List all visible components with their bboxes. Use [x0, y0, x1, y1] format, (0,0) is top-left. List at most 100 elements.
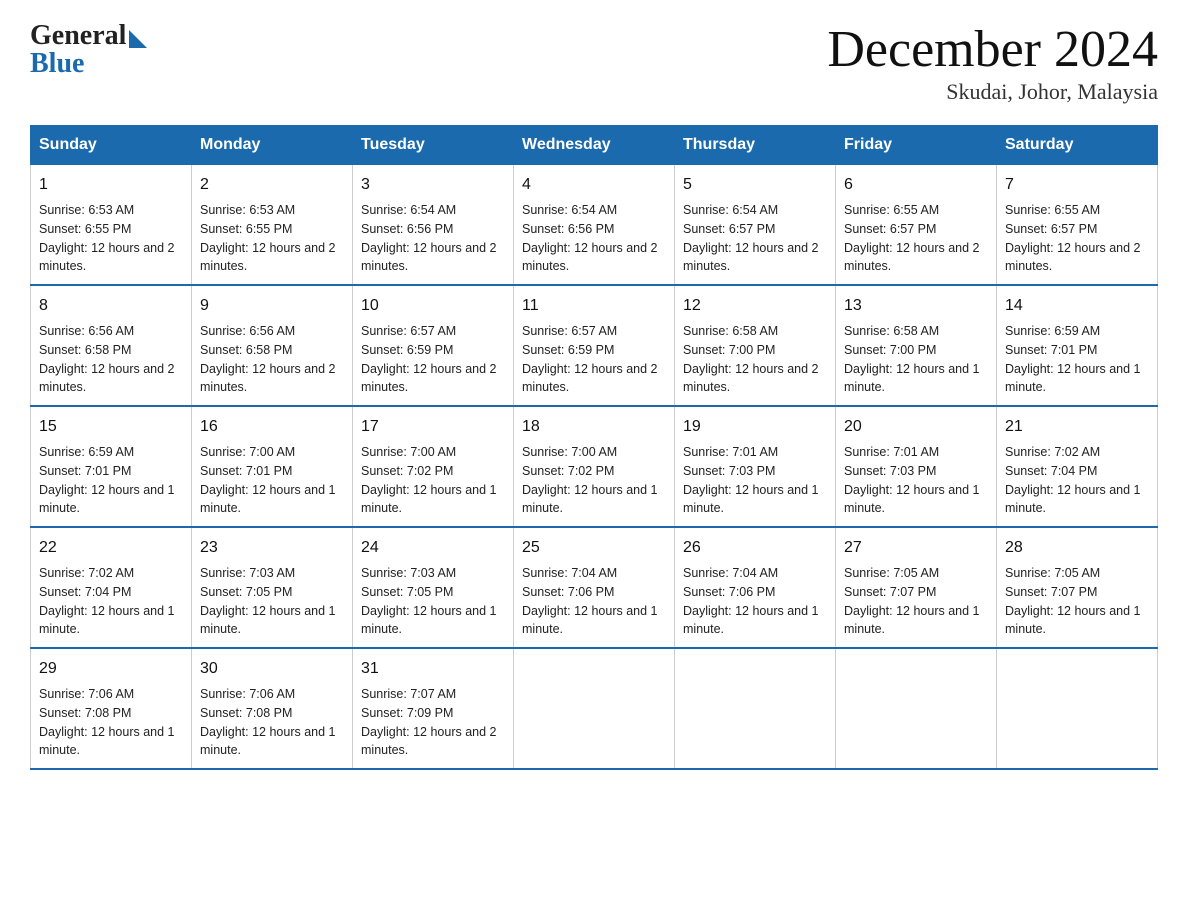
calendar-cell [997, 648, 1158, 769]
day-number: 29 [39, 657, 183, 681]
calendar-cell: 5Sunrise: 6:54 AMSunset: 6:57 PMDaylight… [675, 165, 836, 286]
cell-info: Sunrise: 7:04 AMSunset: 7:06 PMDaylight:… [683, 566, 819, 636]
week-row-2: 8Sunrise: 6:56 AMSunset: 6:58 PMDaylight… [31, 285, 1158, 406]
logo-triangle-icon [129, 30, 147, 48]
calendar-cell: 27 Sunrise: 7:05 AMSunset: 7:07 PMDayligh… [836, 527, 997, 648]
day-number: 24 [361, 536, 505, 560]
calendar-cell: 14 Sunrise: 6:59 AMSunset: 7:01 PMDayligh… [997, 285, 1158, 406]
calendar-cell [514, 648, 675, 769]
day-number: 4 [522, 173, 666, 197]
calendar-cell: 17Sunrise: 7:00 AMSunset: 7:02 PMDayligh… [353, 406, 514, 527]
cell-info: Sunrise: 7:03 AMSunset: 7:05 PMDaylight:… [200, 566, 336, 636]
cell-info: Sunrise: 6:55 AMSunset: 6:57 PMDaylight:… [1005, 203, 1141, 273]
calendar-cell: 7 Sunrise: 6:55 AMSunset: 6:57 PMDaylight… [997, 165, 1158, 286]
calendar-cell: 22 Sunrise: 7:02 AMSunset: 7:04 PMDayligh… [31, 527, 192, 648]
header-saturday: Saturday [997, 126, 1158, 165]
day-number: 26 [683, 536, 827, 560]
day-number: 27 [844, 536, 988, 560]
day-number: 11 [522, 294, 666, 318]
header-sunday: Sunday [31, 126, 192, 165]
day-number: 19 [683, 415, 827, 439]
cell-info: Sunrise: 6:55 AMSunset: 6:57 PMDaylight:… [844, 203, 980, 273]
calendar-cell [836, 648, 997, 769]
calendar-header: SundayMondayTuesdayWednesdayThursdayFrid… [31, 126, 1158, 165]
header-monday: Monday [192, 126, 353, 165]
cell-info: Sunrise: 6:54 AMSunset: 6:56 PMDaylight:… [361, 203, 497, 273]
calendar-cell: 30 Sunrise: 7:06 AMSunset: 7:08 PMDayligh… [192, 648, 353, 769]
day-number: 28 [1005, 536, 1149, 560]
day-number: 31 [361, 657, 505, 681]
cell-info: Sunrise: 6:58 AMSunset: 7:00 PMDaylight:… [683, 324, 819, 394]
cell-info: Sunrise: 7:02 AMSunset: 7:04 PMDaylight:… [39, 566, 175, 636]
header-thursday: Thursday [675, 126, 836, 165]
month-title: December 2024 [827, 20, 1158, 79]
day-number: 18 [522, 415, 666, 439]
cell-info: Sunrise: 6:54 AMSunset: 6:57 PMDaylight:… [683, 203, 819, 273]
cell-info: Sunrise: 7:00 AMSunset: 7:02 PMDaylight:… [522, 445, 658, 515]
day-number: 23 [200, 536, 344, 560]
cell-info: Sunrise: 7:04 AMSunset: 7:06 PMDaylight:… [522, 566, 658, 636]
calendar-cell: 9Sunrise: 6:56 AMSunset: 6:58 PMDaylight… [192, 285, 353, 406]
week-row-1: 1 Sunrise: 6:53 AMSunset: 6:55 PMDaylight… [31, 165, 1158, 286]
cell-info: Sunrise: 6:53 AMSunset: 6:55 PMDaylight:… [39, 203, 175, 273]
calendar-table: SundayMondayTuesdayWednesdayThursdayFrid… [30, 125, 1158, 770]
calendar-cell: 25 Sunrise: 7:04 AMSunset: 7:06 PMDayligh… [514, 527, 675, 648]
cell-info: Sunrise: 6:54 AMSunset: 6:56 PMDaylight:… [522, 203, 658, 273]
title-area: December 2024 Skudai, Johor, Malaysia [827, 20, 1158, 105]
cell-info: Sunrise: 6:58 AMSunset: 7:00 PMDaylight:… [844, 324, 980, 394]
calendar-cell: 15 Sunrise: 6:59 AMSunset: 7:01 PMDayligh… [31, 406, 192, 527]
day-number: 12 [683, 294, 827, 318]
calendar-cell [675, 648, 836, 769]
calendar-cell: 21Sunrise: 7:02 AMSunset: 7:04 PMDayligh… [997, 406, 1158, 527]
calendar-cell: 12 Sunrise: 6:58 AMSunset: 7:00 PMDayligh… [675, 285, 836, 406]
calendar-cell: 4 Sunrise: 6:54 AMSunset: 6:56 PMDaylight… [514, 165, 675, 286]
day-number: 20 [844, 415, 988, 439]
cell-info: Sunrise: 6:57 AMSunset: 6:59 PMDaylight:… [522, 324, 658, 394]
cell-info: Sunrise: 7:00 AMSunset: 7:02 PMDaylight:… [361, 445, 497, 515]
calendar-cell: 29 Sunrise: 7:06 AMSunset: 7:08 PMDayligh… [31, 648, 192, 769]
week-row-3: 15 Sunrise: 6:59 AMSunset: 7:01 PMDayligh… [31, 406, 1158, 527]
cell-info: Sunrise: 7:01 AMSunset: 7:03 PMDaylight:… [844, 445, 980, 515]
day-number: 7 [1005, 173, 1149, 197]
day-number: 13 [844, 294, 988, 318]
header-wednesday: Wednesday [514, 126, 675, 165]
day-number: 30 [200, 657, 344, 681]
calendar-cell: 16Sunrise: 7:00 AMSunset: 7:01 PMDayligh… [192, 406, 353, 527]
cell-info: Sunrise: 6:57 AMSunset: 6:59 PMDaylight:… [361, 324, 497, 394]
cell-info: Sunrise: 7:01 AMSunset: 7:03 PMDaylight:… [683, 445, 819, 515]
logo-blue-text: Blue [30, 48, 84, 80]
day-number: 22 [39, 536, 183, 560]
cell-info: Sunrise: 7:06 AMSunset: 7:08 PMDaylight:… [200, 687, 336, 757]
header-friday: Friday [836, 126, 997, 165]
logo: General Blue [30, 20, 147, 80]
cell-info: Sunrise: 7:03 AMSunset: 7:05 PMDaylight:… [361, 566, 497, 636]
day-number: 2 [200, 173, 344, 197]
location-subtitle: Skudai, Johor, Malaysia [827, 79, 1158, 105]
calendar-cell: 28 Sunrise: 7:05 AMSunset: 7:07 PMDayligh… [997, 527, 1158, 648]
calendar-cell: 13 Sunrise: 6:58 AMSunset: 7:00 PMDayligh… [836, 285, 997, 406]
day-number: 15 [39, 415, 183, 439]
cell-info: Sunrise: 6:59 AMSunset: 7:01 PMDaylight:… [39, 445, 175, 515]
day-number: 3 [361, 173, 505, 197]
calendar-cell: 11 Sunrise: 6:57 AMSunset: 6:59 PMDayligh… [514, 285, 675, 406]
calendar-cell: 23 Sunrise: 7:03 AMSunset: 7:05 PMDayligh… [192, 527, 353, 648]
calendar-cell: 1 Sunrise: 6:53 AMSunset: 6:55 PMDaylight… [31, 165, 192, 286]
cell-info: Sunrise: 7:07 AMSunset: 7:09 PMDaylight:… [361, 687, 497, 757]
calendar-cell: 8Sunrise: 6:56 AMSunset: 6:58 PMDaylight… [31, 285, 192, 406]
day-number: 1 [39, 173, 183, 197]
cell-info: Sunrise: 7:00 AMSunset: 7:01 PMDaylight:… [200, 445, 336, 515]
day-number: 25 [522, 536, 666, 560]
calendar-cell: 20 Sunrise: 7:01 AMSunset: 7:03 PMDayligh… [836, 406, 997, 527]
cell-info: Sunrise: 6:59 AMSunset: 7:01 PMDaylight:… [1005, 324, 1141, 394]
day-number: 6 [844, 173, 988, 197]
cell-info: Sunrise: 7:05 AMSunset: 7:07 PMDaylight:… [844, 566, 980, 636]
page-header: General Blue December 2024 Skudai, Johor… [30, 20, 1158, 105]
day-number: 14 [1005, 294, 1149, 318]
day-number: 10 [361, 294, 505, 318]
cell-info: Sunrise: 7:06 AMSunset: 7:08 PMDaylight:… [39, 687, 175, 757]
calendar-cell: 2Sunrise: 6:53 AMSunset: 6:55 PMDaylight… [192, 165, 353, 286]
cell-info: Sunrise: 6:56 AMSunset: 6:58 PMDaylight:… [39, 324, 175, 394]
calendar-cell: 18 Sunrise: 7:00 AMSunset: 7:02 PMDayligh… [514, 406, 675, 527]
cell-info: Sunrise: 7:05 AMSunset: 7:07 PMDaylight:… [1005, 566, 1141, 636]
cell-info: Sunrise: 7:02 AMSunset: 7:04 PMDaylight:… [1005, 445, 1141, 515]
